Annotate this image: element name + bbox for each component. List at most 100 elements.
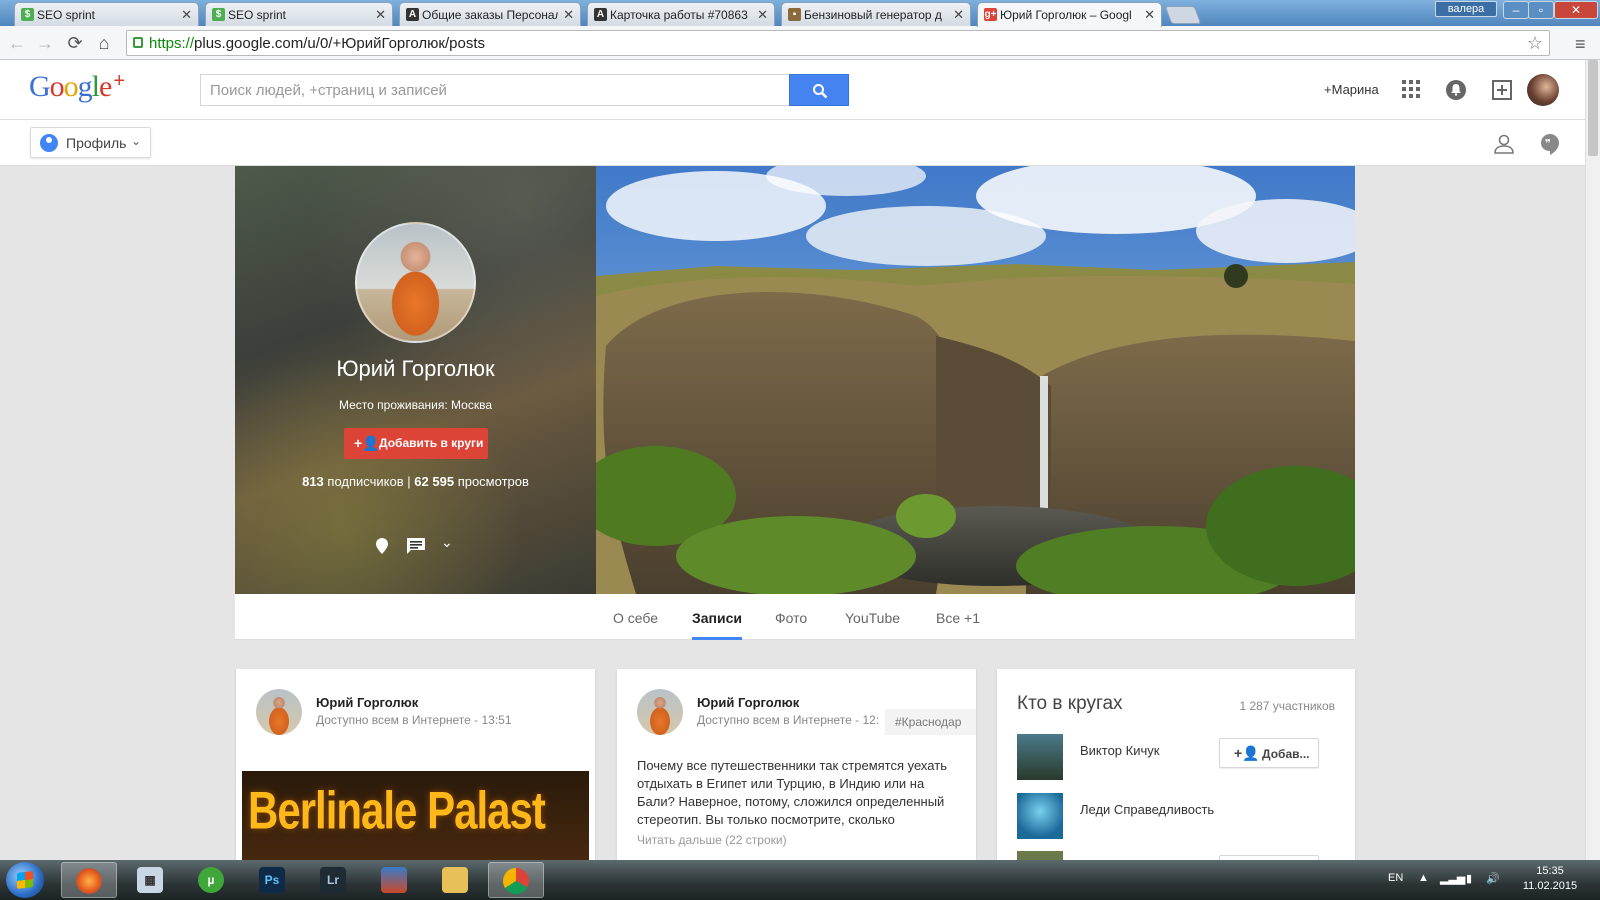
page-scrollbar[interactable] <box>1585 60 1600 860</box>
system-clock[interactable]: 15:35 11.02.2015 <box>1510 864 1590 894</box>
close-tab-icon[interactable]: ✕ <box>953 7 964 23</box>
letter-a-icon: A <box>406 8 419 21</box>
person-avatar[interactable] <box>1017 734 1063 780</box>
tab-youtube[interactable]: YouTube <box>845 610 900 626</box>
browser-tab[interactable]: $ SEO sprint ✕ <box>14 2 199 26</box>
browser-user-badge[interactable]: валера <box>1435 1 1497 17</box>
volume-icon[interactable]: 🔊 <box>1486 872 1500 885</box>
address-bar[interactable]: https://plus.google.com/u/0/+ЮрийГорголю… <box>126 30 1550 56</box>
utorrent-icon[interactable]: µ <box>183 862 239 898</box>
location-pin-icon[interactable] <box>375 538 389 554</box>
new-tab-button[interactable] <box>1164 6 1202 24</box>
reload-icon[interactable]: ⟳ <box>64 33 86 53</box>
author-avatar[interactable] <box>256 689 302 735</box>
minimize-icon[interactable]: – <box>1503 1 1529 19</box>
folder-icon[interactable] <box>427 862 483 898</box>
input-language[interactable]: EN <box>1388 872 1403 884</box>
message-icon[interactable] <box>407 538 425 554</box>
post-image-text: Berlinale Palast <box>248 781 546 840</box>
followers-count: 813 <box>302 474 324 489</box>
seosprint-icon: $ <box>21 8 34 21</box>
account-avatar[interactable] <box>1527 74 1559 106</box>
chevron-down-icon: ⌄ <box>130 134 141 148</box>
close-tab-icon[interactable]: ✕ <box>1144 7 1155 23</box>
person-avatar[interactable] <box>1017 793 1063 839</box>
close-tab-icon[interactable]: ✕ <box>181 7 192 23</box>
person-name[interactable]: Виктор Кичук <box>1080 743 1159 758</box>
profile-actions: ⌄ <box>375 534 465 556</box>
lock-icon <box>133 37 143 48</box>
browser-tab-active[interactable]: g+ Юрий Горголюк – Googl ✕ <box>977 2 1162 27</box>
tab-title: Юрий Горголюк – Googl <box>1000 8 1132 22</box>
browser-tab[interactable]: ▪ Бензиновый генератор д ✕ <box>781 2 971 26</box>
profile-photo[interactable] <box>355 222 476 343</box>
browser-menu-icon[interactable]: ≡ <box>1575 34 1586 55</box>
hangouts-quote-icon[interactable]: ❞ <box>1540 133 1560 160</box>
hangouts-people-icon[interactable] <box>1493 134 1515 159</box>
notifications-bell-icon[interactable] <box>1446 80 1466 100</box>
app-icon[interactable] <box>366 862 422 898</box>
person-avatar[interactable] <box>1017 851 1063 860</box>
forward-arrow-icon[interactable]: → <box>34 33 56 53</box>
browser-tab[interactable]: A Общие заказы Персонал ✕ <box>399 2 581 26</box>
close-tab-icon[interactable]: ✕ <box>757 7 768 23</box>
profile-location: Место проживания: Москва <box>339 398 492 412</box>
circle-person: Леди Справедливость <box>1017 793 1313 839</box>
chevron-down-icon[interactable]: ⌄ <box>441 534 453 551</box>
circle-person: +👤 <box>1017 851 1319 860</box>
tab-plus-ones[interactable]: Все +1 <box>936 610 980 626</box>
add-person-icon: +👤 <box>354 435 380 451</box>
author-avatar[interactable] <box>637 689 683 735</box>
tab-posts[interactable]: Записи <box>692 610 743 640</box>
user-profile-link[interactable]: +Марина <box>1324 82 1379 97</box>
browser-tab[interactable]: A Карточка работы #70863 ✕ <box>587 2 775 26</box>
profile-menu-button[interactable]: Профиль ⌄ <box>30 127 151 158</box>
chrome-icon[interactable] <box>488 862 544 898</box>
post-card: Юрий Горголюк Доступно всем в Интернете … <box>236 669 595 860</box>
firefox-icon[interactable] <box>61 862 117 898</box>
search-input[interactable]: Поиск людей, +страниц и записей <box>200 74 792 106</box>
home-icon[interactable]: ⌂ <box>93 33 115 53</box>
clock-date: 11.02.2015 <box>1522 880 1578 892</box>
post-hashtag[interactable]: #Краснодар <box>885 709 976 735</box>
back-arrow-icon[interactable]: ← <box>6 33 28 53</box>
close-tab-icon[interactable]: ✕ <box>375 7 386 23</box>
add-to-circles-button[interactable]: +👤 Добавить в круги <box>344 428 488 459</box>
bookmark-star-icon[interactable]: ☆ <box>1527 33 1543 54</box>
browser-tab[interactable]: $ SEO sprint ✕ <box>205 2 393 26</box>
read-more-link[interactable]: Читать дальше (22 строки) <box>637 833 787 847</box>
profile-info-panel: Юрий Горголюк Место проживания: Москва +… <box>235 166 596 594</box>
start-button[interactable] <box>6 862 44 898</box>
lightroom-icon[interactable]: Lr <box>305 862 361 898</box>
search-button[interactable] <box>789 74 849 106</box>
add-person-button[interactable]: +👤 Добав... <box>1219 738 1319 768</box>
scrollbar-thumb[interactable] <box>1588 60 1598 156</box>
tab-title: SEO sprint <box>37 8 96 22</box>
circles-count[interactable]: 1 287 участников <box>1239 699 1335 713</box>
gplus-subbar: Профиль ⌄ ❞ <box>0 120 1585 166</box>
maximize-icon[interactable]: ▫ <box>1528 1 1554 19</box>
apps-grid-icon[interactable] <box>1402 80 1422 100</box>
profile-cover: Юрий Горголюк Место проживания: Москва +… <box>235 166 1355 594</box>
calculator-icon[interactable]: ▦ <box>122 862 178 898</box>
post-author[interactable]: Юрий Горголюк <box>697 695 799 710</box>
post-image[interactable]: Berlinale Palast <box>242 771 589 860</box>
google-plus-logo[interactable]: Google + <box>29 70 125 104</box>
tab-photos[interactable]: Фото <box>775 610 807 626</box>
browser-tab-strip: $ SEO sprint ✕ $ SEO sprint ✕ A Общие за… <box>0 0 1600 27</box>
share-plus-icon[interactable] <box>1492 80 1512 100</box>
windows-taskbar: ▦ µ Ps Lr EN ▲ ▂▃▅ ▮ 🔊 15:35 11.02.2015 <box>0 860 1600 900</box>
post-author[interactable]: Юрий Горголюк <box>316 695 418 710</box>
close-window-icon[interactable]: ✕ <box>1554 1 1598 19</box>
network-signal-icon[interactable]: ▂▃▅ <box>1440 872 1465 885</box>
photoshop-icon[interactable]: Ps <box>244 862 300 898</box>
person-name[interactable]: Леди Справедливость <box>1080 802 1214 817</box>
tray-arrow-icon[interactable]: ▲ <box>1418 872 1429 884</box>
profile-stats: 813 подписчиков | 62 595 просмотров <box>235 474 596 489</box>
battery-icon[interactable]: ▮ <box>1466 872 1472 885</box>
cover-photo[interactable] <box>596 166 1355 594</box>
profile-tabs: О себе Записи Фото YouTube Все +1 <box>235 594 1355 640</box>
close-tab-icon[interactable]: ✕ <box>563 7 574 23</box>
svg-text:❞: ❞ <box>1545 137 1551 150</box>
tab-about[interactable]: О себе <box>613 610 658 626</box>
